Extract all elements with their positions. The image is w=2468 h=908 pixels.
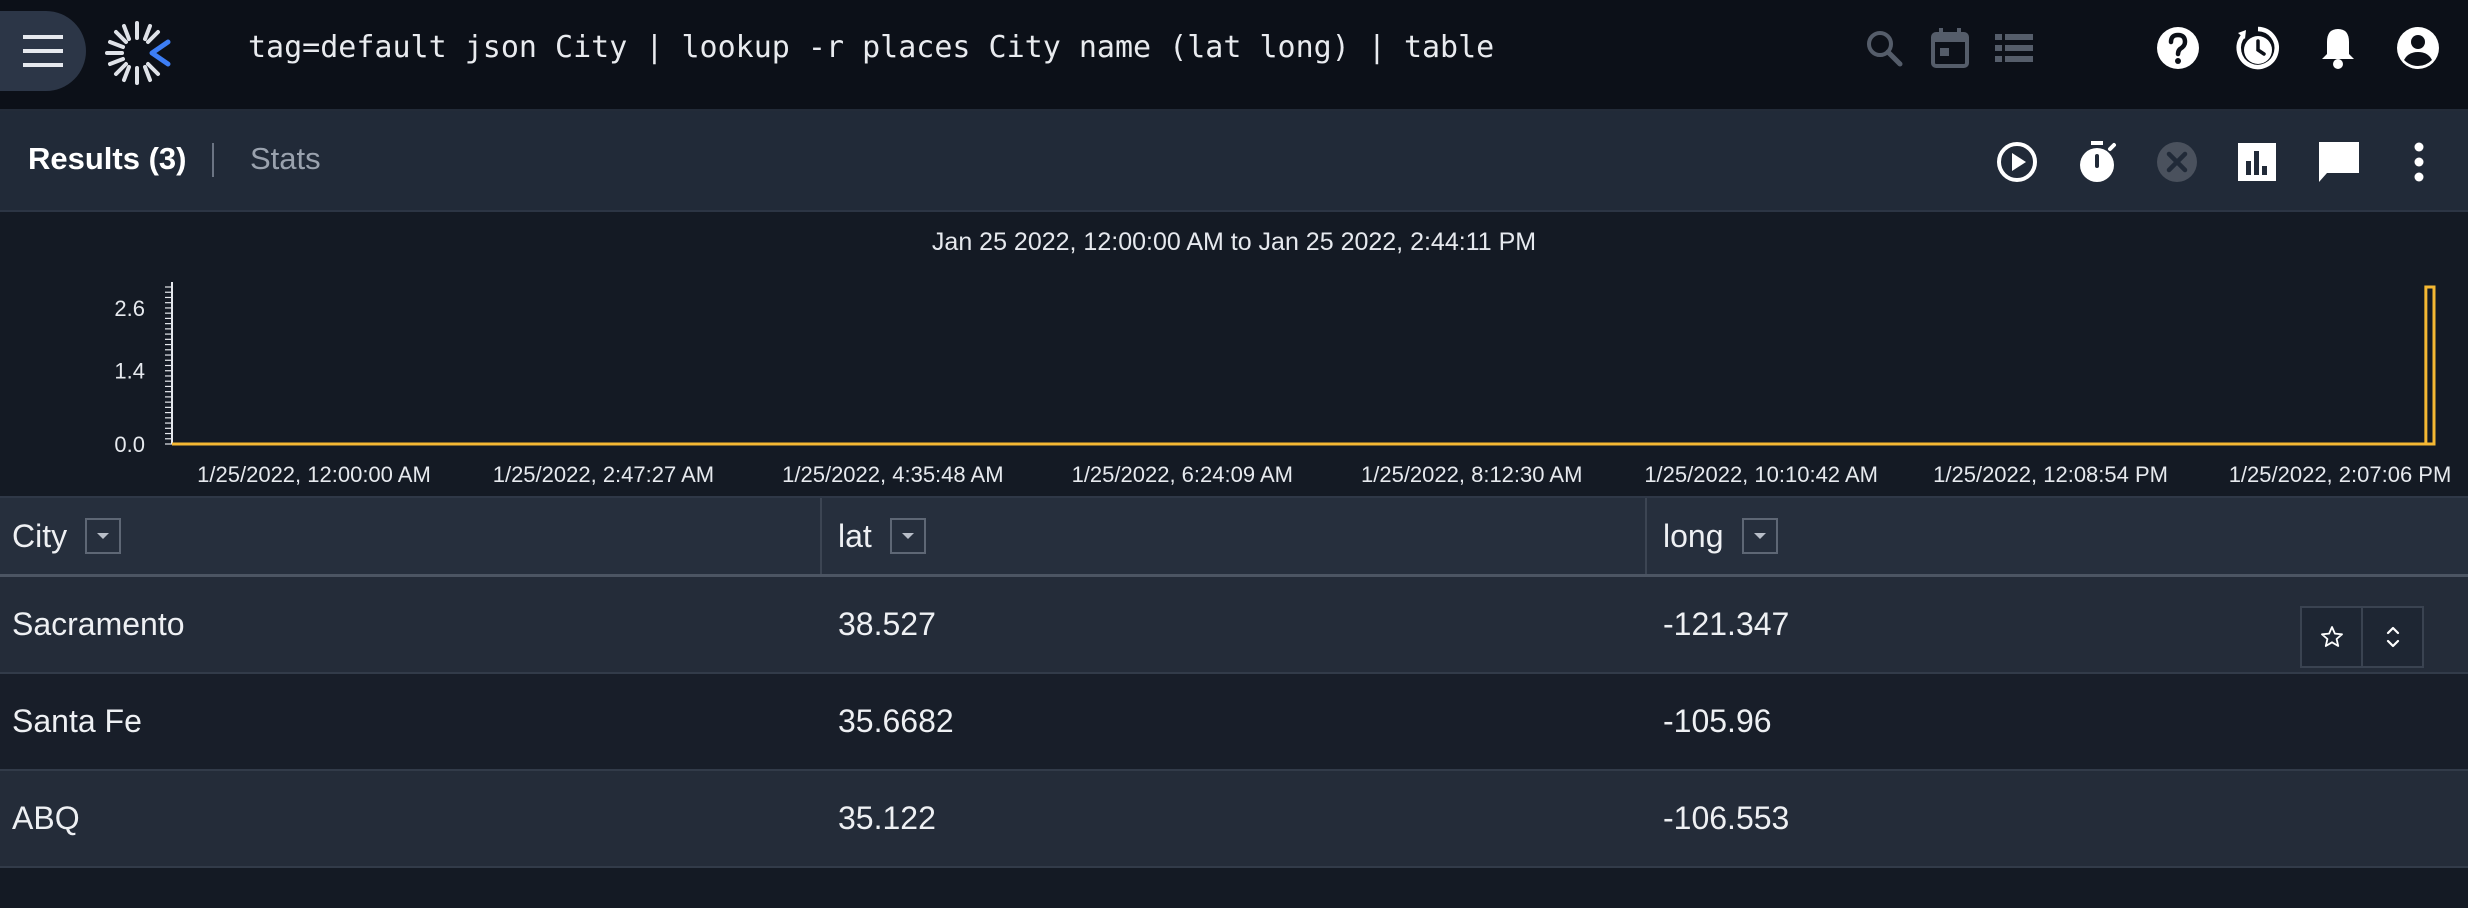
column-menu-button-long[interactable] [1741,518,1778,554]
x-tick-label: 1/25/2022, 6:24:09 AM [1072,462,1293,487]
results-toolbar: Results (3) Stats [0,111,2468,212]
search-query-input[interactable] [248,30,1748,65]
expand-button[interactable] [2361,608,2422,666]
x-tick-label: 1/25/2022, 12:08:54 PM [1933,462,2168,487]
tab-results[interactable]: Results (3) [28,141,186,177]
top-bar [0,0,2468,111]
star-button[interactable] [2302,608,2361,666]
column-divider[interactable] [1645,498,1647,574]
chevron-down-icon [1753,533,1766,539]
comment-icon[interactable] [2316,139,2362,185]
timer-icon[interactable] [2074,139,2120,185]
column-label-long: long [1663,517,1724,554]
table-row[interactable]: Santa Fe 35.6682 -105.96 [0,674,2468,771]
list-icon[interactable] [1990,24,2038,72]
help-icon[interactable] [2154,24,2202,72]
chevron-down-icon [97,533,110,539]
more-icon[interactable] [2396,139,2442,185]
cell-lat: 35.6682 [838,703,954,739]
column-header-city: City [12,498,122,574]
calendar-icon[interactable] [1926,24,1974,72]
column-label-city: City [12,517,68,554]
expand-icon [2386,626,2399,648]
bell-icon[interactable] [2314,24,2362,72]
histogram-chart: Jan 25 2022, 12:00:00 AM to Jan 25 2022,… [0,212,2468,496]
y-tick-label: 2.6 [114,296,145,321]
menu-button[interactable] [0,11,86,91]
row-actions [2300,606,2424,668]
cell-city: Sacramento [12,606,185,642]
column-divider[interactable] [820,498,822,574]
table-header: City lat long [0,496,2468,577]
cell-long: -121.347 [1663,606,1790,642]
play-icon[interactable] [1994,139,2040,185]
cell-long: -105.96 [1663,703,1772,739]
cell-lat: 35.122 [838,800,936,836]
account-icon[interactable] [2394,24,2442,72]
x-tick-label: 1/25/2022, 4:35:48 AM [782,462,1003,487]
table-row[interactable]: ABQ 35.122 -106.553 [0,771,2468,868]
x-tick-label: 1/25/2022, 8:12:30 AM [1361,462,1582,487]
tab-divider [212,143,214,177]
y-tick-label: 0.0 [114,432,145,457]
x-tick-label: 1/25/2022, 2:47:27 AM [493,462,714,487]
column-header-lat: lat [838,498,926,574]
cell-lat: 38.527 [838,606,936,642]
tab-stats[interactable]: Stats [250,141,321,177]
star-icon [2320,626,2343,647]
column-header-long: long [1663,498,1778,574]
logo[interactable] [100,18,174,88]
x-tick-label: 1/25/2022, 2:07:06 PM [2229,462,2452,487]
menu-icon [23,35,63,67]
column-menu-button-city[interactable] [85,518,122,554]
column-menu-button-lat[interactable] [889,518,926,554]
cancel-icon[interactable] [2154,139,2200,185]
x-tick-label: 1/25/2022, 12:00:00 AM [197,462,431,487]
search-icon[interactable] [1860,24,1908,72]
column-label-lat: lat [838,517,872,554]
results-table: City lat long Sacramento 38.527 -121.347… [0,496,2468,868]
cell-long: -106.553 [1663,800,1790,836]
x-tick-label: 1/25/2022, 10:10:42 AM [1644,462,1878,487]
cell-city: ABQ [12,800,80,836]
history-icon[interactable] [2234,24,2282,72]
y-tick-label: 1.4 [114,359,145,384]
table-row[interactable]: Sacramento 38.527 -121.347 [0,577,2468,674]
chevron-down-icon [901,533,914,539]
histogram-svg: Jan 25 2022, 12:00:00 AM to Jan 25 2022,… [114,228,2452,487]
chart-title: Jan 25 2022, 12:00:00 AM to Jan 25 2022,… [932,228,1536,256]
bar-chart-icon[interactable] [2234,139,2280,185]
cell-city: Santa Fe [12,703,142,739]
histogram-bar [2424,285,2436,446]
